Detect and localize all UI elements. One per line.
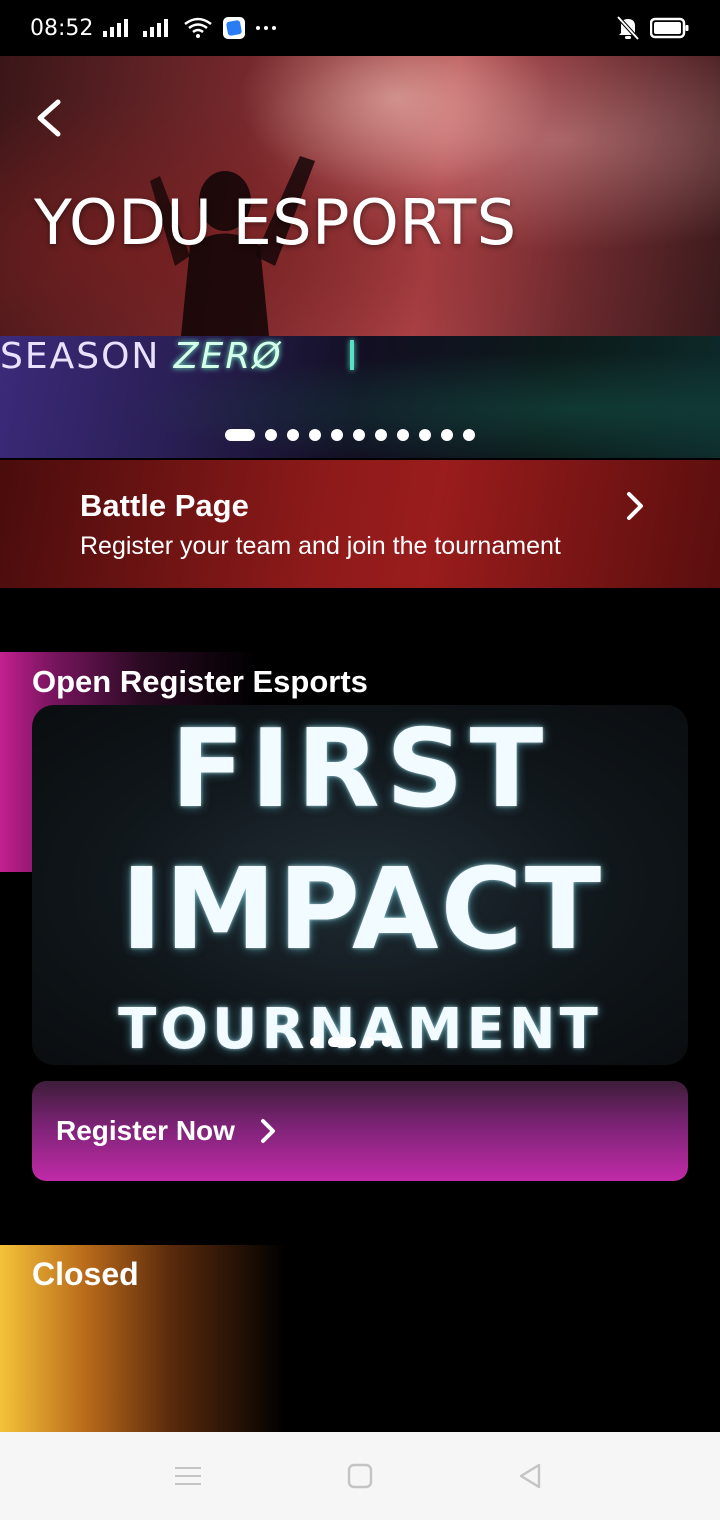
pagination-dot <box>463 429 475 441</box>
chevron-right-icon <box>260 1119 275 1143</box>
back-icon[interactable] <box>508 1454 552 1498</box>
page-title: YODU ESPORTS <box>34 186 517 259</box>
register-now-label: Register Now <box>56 1115 235 1146</box>
pagination-dot-active <box>328 1037 356 1047</box>
pagination-dot <box>397 429 409 441</box>
banner-season-text: SEASON <box>0 336 161 377</box>
more-icon <box>256 26 277 30</box>
open-register-title: Open Register Esports <box>32 664 368 699</box>
status-left: 08:52 <box>30 16 277 41</box>
pagination-dot <box>419 429 431 441</box>
closed-section-title: Closed <box>32 1256 139 1292</box>
battery-icon <box>650 17 689 39</box>
wifi-icon <box>184 17 213 38</box>
pagination-dot <box>265 429 277 441</box>
tournament-pagination <box>310 1037 392 1047</box>
battle-page-title: Battle Page <box>80 488 249 523</box>
pagination-dot <box>310 1037 320 1047</box>
battle-page-subtitle: Register your team and join the tourname… <box>80 532 561 560</box>
pagination-dot <box>309 429 321 441</box>
hero-banner: YODU ESPORTS <box>0 56 720 336</box>
status-bar: 08:52 <box>0 0 720 56</box>
signal-icon <box>143 19 169 37</box>
tournament-title-line2: IMPACT <box>120 845 604 975</box>
system-nav-bar <box>0 1432 720 1520</box>
pagination-dot <box>441 429 453 441</box>
signal-icon <box>103 19 129 37</box>
pagination-dot-active <box>225 429 255 441</box>
tournament-card[interactable]: FIRST IMPACT TOURNAMENT <box>32 705 688 1065</box>
battle-page-link[interactable] <box>0 460 720 588</box>
register-now-button[interactable]: Register Now <box>32 1081 688 1181</box>
pagination-dot <box>364 1037 374 1047</box>
app-notification-icon <box>223 17 246 39</box>
back-arrow-icon[interactable] <box>30 96 70 140</box>
banner-accent-mark <box>350 340 354 370</box>
pagination-dot <box>353 429 365 441</box>
silent-icon <box>616 15 640 41</box>
chevron-right-icon[interactable] <box>620 490 650 522</box>
menu-icon[interactable] <box>166 1454 210 1498</box>
pagination-dot <box>287 429 299 441</box>
pagination-dot <box>382 1037 392 1047</box>
banner-pagination <box>225 429 475 441</box>
pagination-dot <box>375 429 387 441</box>
tournament-title-line3: TOURNAMENT <box>118 997 602 1062</box>
banner-zero-text: ZERØ <box>173 336 283 377</box>
home-icon[interactable] <box>338 1454 382 1498</box>
status-right <box>616 15 690 41</box>
tournament-title-line1: FIRST <box>170 707 550 832</box>
status-time: 08:52 <box>30 15 94 41</box>
banner-headline: SEASON ZERØ <box>0 336 283 377</box>
pagination-dot <box>331 429 343 441</box>
